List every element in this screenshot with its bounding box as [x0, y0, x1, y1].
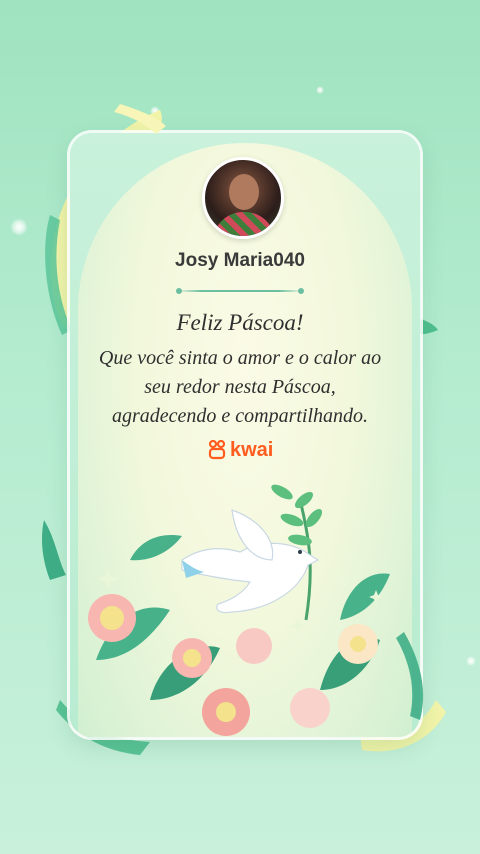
- dove-with-olive-branch-icon: [88, 484, 390, 736]
